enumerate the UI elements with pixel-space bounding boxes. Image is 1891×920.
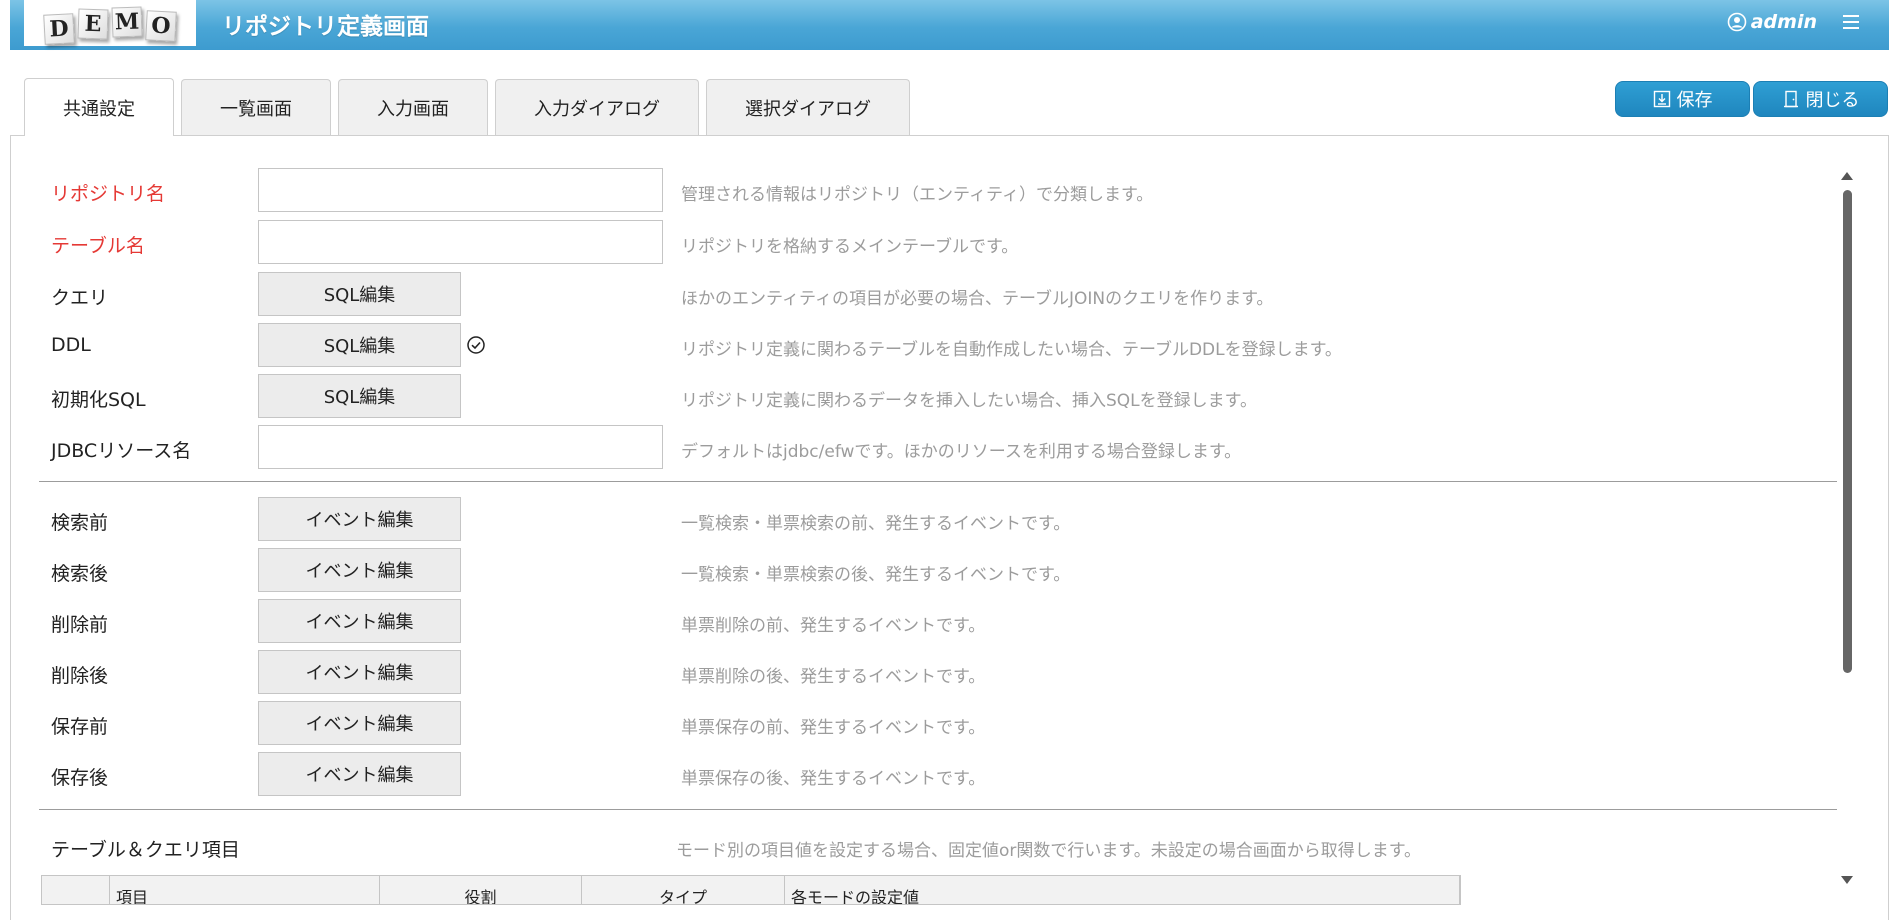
event-label: 削除前 <box>51 614 109 636</box>
close-button[interactable]: 閉じる <box>1753 81 1888 117</box>
init-sql-edit-button[interactable]: SQL編集 <box>258 374 461 418</box>
items-section-row: テーブル＆クエリ項目 モード別の項目値を設定する場合、固定値or関数で行います。… <box>51 824 1841 868</box>
save-button[interactable]: 保存 <box>1615 81 1750 117</box>
table-name-input[interactable] <box>258 220 663 264</box>
table-name-row: テーブル名 リポジトリを格納するメインテーブルです。 <box>51 220 1841 264</box>
event-hint: 単票削除の前、発生するイベントです。 <box>681 616 986 636</box>
event-edit-button[interactable]: イベント編集 <box>258 650 461 694</box>
save-label: 保存 <box>1676 90 1713 111</box>
jdbc-label: JDBCリソース名 <box>51 440 192 462</box>
query-sql-edit-button[interactable]: SQL編集 <box>258 272 461 316</box>
tab-bar: 共通設定 一覧画面 入力画面 入力ダイアログ 選択ダイアログ <box>24 78 917 136</box>
section-divider <box>39 809 1837 810</box>
column-header <box>42 876 110 904</box>
ddl-sql-edit-button[interactable]: SQL編集 <box>258 323 461 367</box>
event-label: 保存前 <box>51 716 109 738</box>
tab-common-settings[interactable]: 共通設定 <box>24 78 174 136</box>
tab-input-dialog[interactable]: 入力ダイアログ <box>495 79 699 135</box>
event-label: 削除後 <box>51 665 109 687</box>
user-icon <box>1727 12 1747 32</box>
event-label: 保存後 <box>51 767 109 789</box>
jdbc-row: JDBCリソース名 デフォルトはjdbc/efwです。ほかのリソースを利用する場… <box>51 425 1841 469</box>
scroll-up-arrow-icon[interactable] <box>1841 172 1853 180</box>
event-row: 保存後 イベント編集 単票保存の後、発生するイベントです。 <box>51 752 1841 796</box>
ddl-hint: リポジトリ定義に関わるテーブルを自動作成したい場合、テーブルDDLを登録します。 <box>681 340 1342 360</box>
door-icon <box>1783 90 1798 108</box>
tab-input-screen[interactable]: 入力画面 <box>338 79 488 135</box>
event-edit-button[interactable]: イベント編集 <box>258 701 461 745</box>
items-section-label: テーブル＆クエリ項目 <box>51 839 240 861</box>
event-label: 検索後 <box>51 563 109 585</box>
query-row: クエリ SQL編集 ほかのエンティティの項目が必要の場合、テーブルJOINのクエ… <box>51 272 1841 316</box>
logo: D E M O <box>24 0 196 46</box>
event-hint: 一覧検索・単票検索の後、発生するイベントです。 <box>681 565 1071 585</box>
logo-letter: D <box>43 13 75 45</box>
common-settings-panel: リポジトリ名 管理される情報はリポジトリ（エンティティ）で分類します。 テーブル… <box>10 135 1889 920</box>
init-sql-row: 初期化SQL SQL編集 リポジトリ定義に関わるデータを挿入したい場合、挿入SQ… <box>51 374 1841 418</box>
event-edit-button[interactable]: イベント編集 <box>258 599 461 643</box>
event-hint: 一覧検索・単票検索の前、発生するイベントです。 <box>681 514 1071 534</box>
ddl-label: DDL <box>51 334 91 356</box>
scroll-down-arrow-icon[interactable] <box>1841 876 1853 884</box>
event-hint: 単票保存の前、発生するイベントです。 <box>681 718 986 738</box>
query-hint: ほかのエンティティの項目が必要の場合、テーブルJOINのクエリを作ります。 <box>681 289 1274 309</box>
table-name-hint: リポジトリを格納するメインテーブルです。 <box>681 237 1019 257</box>
jdbc-hint: デフォルトはjdbc/efwです。ほかのリソースを利用する場合登録します。 <box>681 442 1242 462</box>
scrollbar-thumb[interactable] <box>1843 190 1852 673</box>
event-row: 削除後 イベント編集 単票削除の後、発生するイベントです。 <box>51 650 1841 694</box>
repository-name-row: リポジトリ名 管理される情報はリポジトリ（エンティティ）で分類します。 <box>51 168 1841 212</box>
check-circle-icon <box>467 336 485 354</box>
event-edit-button[interactable]: イベント編集 <box>258 497 461 541</box>
event-row: 削除前 イベント編集 単票削除の前、発生するイベントです。 <box>51 599 1841 643</box>
query-label: クエリ <box>51 287 109 309</box>
event-row: 検索後 イベント編集 一覧検索・単票検索の後、発生するイベントです。 <box>51 548 1841 592</box>
table-name-label: テーブル名 <box>51 235 145 257</box>
tab-list-screen[interactable]: 一覧画面 <box>181 79 331 135</box>
logo-letter: M <box>111 6 143 38</box>
items-section-hint: モード別の項目値を設定する場合、固定値or関数で行います。未設定の場合画面から取… <box>676 841 1421 861</box>
column-header: タイプ <box>582 876 785 904</box>
hamburger-menu-icon[interactable] <box>1843 12 1863 32</box>
save-icon <box>1653 90 1670 108</box>
event-edit-button[interactable]: イベント編集 <box>258 548 461 592</box>
tab-select-dialog[interactable]: 選択ダイアログ <box>706 79 910 135</box>
ddl-row: DDL SQL編集 リポジトリ定義に関わるテーブルを自動作成したい場合、テーブル… <box>51 323 1841 367</box>
init-sql-hint: リポジトリ定義に関わるデータを挿入したい場合、挿入SQLを登録します。 <box>681 391 1257 411</box>
event-row: 検索前 イベント編集 一覧検索・単票検索の前、発生するイベントです。 <box>51 497 1841 541</box>
column-header: 役割 <box>380 876 582 904</box>
event-row: 保存前 イベント編集 単票保存の前、発生するイベントです。 <box>51 701 1841 745</box>
init-sql-label: 初期化SQL <box>51 389 146 411</box>
event-label: 検索前 <box>51 512 109 534</box>
items-table-header: 項目 役割 タイプ 各モードの設定値 <box>41 875 1461 905</box>
page-title: リポジトリ定義画面 <box>222 14 429 40</box>
jdbc-resource-input[interactable] <box>258 425 663 469</box>
close-label: 閉じる <box>1805 90 1860 111</box>
repository-name-label: リポジトリ名 <box>51 183 166 205</box>
user-name: admin <box>1750 11 1817 33</box>
column-header: 項目 <box>110 876 380 904</box>
repository-name-hint: 管理される情報はリポジトリ（エンティティ）で分類します。 <box>681 185 1154 205</box>
logo-letter: O <box>145 10 177 42</box>
section-divider <box>39 481 1837 482</box>
event-edit-button[interactable]: イベント編集 <box>258 752 461 796</box>
repository-name-input[interactable] <box>258 168 663 212</box>
event-hint: 単票削除の後、発生するイベントです。 <box>681 667 986 687</box>
app-header: D E M O リポジトリ定義画面 admin <box>10 0 1889 50</box>
user-menu[interactable]: admin <box>1727 11 1817 33</box>
logo-letter: E <box>77 8 109 40</box>
column-header: 各モードの設定値 <box>785 876 1460 904</box>
event-hint: 単票保存の後、発生するイベントです。 <box>681 769 986 789</box>
